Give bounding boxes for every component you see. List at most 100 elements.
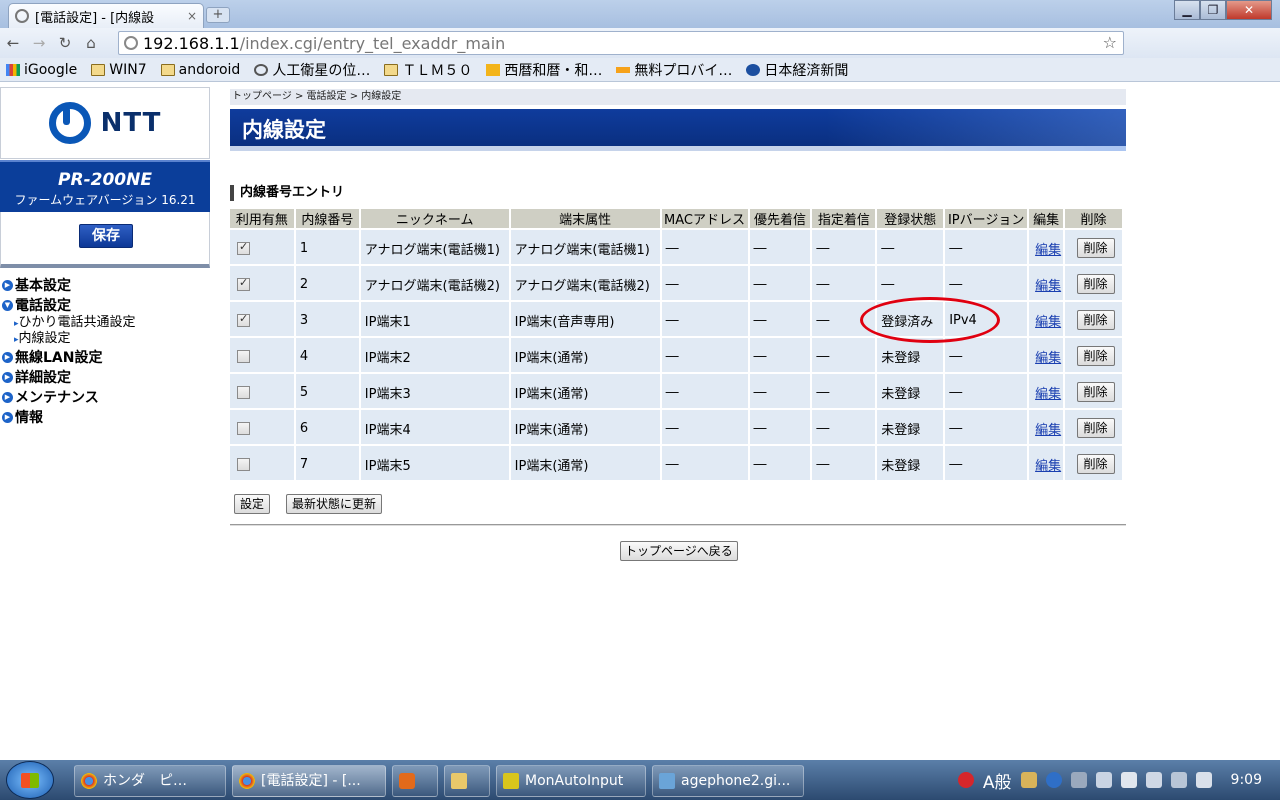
ntt-logo-icon — [48, 102, 91, 144]
edit-link[interactable]: 編集 — [1035, 315, 1061, 330]
set-button[interactable]: 設定 — [234, 494, 271, 514]
sidebar-item-phone[interactable]: ▼ 電話設定 — [2, 295, 208, 315]
nickname: IP端末5 — [360, 446, 509, 482]
priority-ring: ― — [749, 446, 811, 482]
maximize-button[interactable]: ❐ — [1200, 0, 1226, 20]
taskbar-item-explorer[interactable] — [444, 765, 490, 797]
edit-link[interactable]: 編集 — [1035, 459, 1061, 474]
taskbar-item-honda[interactable]: ホンダ ピ… — [74, 765, 226, 797]
taskbar-item-router[interactable]: [電話設定] - [... — [232, 765, 386, 797]
edit-link[interactable]: 編集 — [1035, 351, 1061, 366]
sidebar-item-info[interactable]: ▶ 情報 — [2, 407, 208, 427]
bookmark-andoroid[interactable]: andoroid — [160, 62, 240, 78]
sidebar-subitem-hikari[interactable]: ▸ひかり電話共通設定 — [2, 315, 208, 331]
tray-pen-icon[interactable] — [1095, 772, 1112, 788]
reload-icon[interactable]: ↻ — [52, 34, 78, 52]
volume-muted-icon[interactable] — [1195, 772, 1212, 788]
taskbar-item-agephone[interactable]: agephone2.gi... — [652, 765, 804, 797]
ime-tool-icon[interactable] — [1020, 772, 1037, 788]
minimize-button[interactable]: ▁ — [1174, 0, 1200, 20]
use-cell — [230, 374, 294, 410]
extension-number: 6 — [295, 410, 359, 446]
address-bar[interactable]: 192.168.1.1/index.cgi/entry_tel_exaddr_m… — [118, 31, 1124, 55]
new-tab-button[interactable]: + — [206, 7, 230, 23]
save-area: 保存 — [0, 212, 210, 268]
use-checkbox[interactable] — [237, 457, 250, 471]
close-window-button[interactable]: ✕ — [1226, 0, 1272, 20]
col-priority: 優先着信 — [749, 209, 811, 230]
delete-button[interactable]: 削除 — [1076, 310, 1115, 330]
use-checkbox[interactable] — [237, 312, 250, 327]
designated-ring: ― — [812, 338, 876, 374]
bookmark-star-icon[interactable]: ☆ — [1103, 33, 1117, 52]
page-info-icon[interactable] — [124, 36, 138, 50]
home-icon[interactable]: ⌂ — [78, 34, 104, 52]
page-title: 内線設定 — [242, 118, 326, 142]
edit-link[interactable]: 編集 — [1035, 279, 1061, 294]
bookmark-satellite[interactable]: 人工衛星の位… — [254, 60, 370, 80]
bookmark-igoogle[interactable]: iGoogle — [6, 62, 77, 78]
refresh-button[interactable]: 最新状態に更新 — [286, 494, 383, 514]
edit-link[interactable]: 編集 — [1035, 423, 1061, 438]
priority-ring: ― — [749, 230, 811, 266]
taskbar-item-media[interactable] — [392, 765, 438, 797]
delete-button[interactable]: 削除 — [1076, 274, 1115, 294]
caps-kana-icon[interactable] — [1070, 772, 1087, 788]
table-header: 利用有無 内線番号 ニックネーム 端末属性 MACアドレス 優先着信 指定着信 … — [230, 209, 1122, 230]
use-checkbox[interactable] — [237, 349, 250, 363]
sidebar-item-wlan[interactable]: ▶ 無線LAN設定 — [2, 347, 208, 367]
table-row: 4 IP端末2 IP端末(通常) ― ― ― 未登録 ― 編集 削除 — [230, 338, 1122, 374]
system-tray: A般 9:09 — [957, 760, 1280, 800]
edit-link[interactable]: 編集 — [1035, 387, 1061, 402]
terminal-attr: IP端末(通常) — [510, 446, 660, 482]
use-checkbox[interactable] — [237, 276, 250, 291]
delete-button[interactable]: 削除 — [1076, 346, 1115, 366]
delete-button[interactable]: 削除 — [1076, 238, 1115, 258]
save-button[interactable]: 保存 — [79, 224, 133, 248]
bookmark-provider[interactable]: 無料プロバイ… — [616, 60, 732, 80]
sidebar-item-maintenance[interactable]: ▶ メンテナンス — [2, 387, 208, 407]
page-favicon-icon — [15, 9, 29, 23]
table-row: 2アナログ端末(電話機2)アナログ端末(電話機2)―――――編集削除 — [230, 266, 1122, 302]
back-icon[interactable]: ← — [0, 34, 26, 52]
bookmark-tlm50[interactable]: ＴＬＭ５０ — [384, 60, 472, 80]
clock[interactable]: 9:09 — [1231, 772, 1262, 788]
tray-app-icon[interactable] — [957, 772, 974, 788]
tab-close-icon[interactable]: × — [187, 9, 197, 23]
bookmark-win7[interactable]: WIN7 — [91, 62, 147, 78]
bookmark-nikkei[interactable]: 日本経済新聞 — [746, 60, 848, 80]
delete-button[interactable]: 削除 — [1076, 382, 1115, 402]
action-center-flag-icon[interactable] — [1120, 772, 1137, 788]
browser-tab[interactable]: [電話設定] - [内線設 × — [8, 3, 204, 28]
sidebar: NTT PR-200NE ファームウェアバージョン 16.21 保存 ▶ 基本設定… — [0, 83, 210, 760]
edit-link[interactable]: 編集 — [1035, 243, 1061, 258]
taskbar-item-monautoinput[interactable]: MonAutoInput — [496, 765, 646, 797]
forward-icon[interactable]: → — [26, 34, 52, 52]
priority-ring: ― — [749, 374, 811, 410]
edit-cell: 編集 — [1029, 410, 1064, 446]
use-checkbox[interactable] — [237, 240, 250, 255]
extension-number: 3 — [295, 302, 359, 338]
use-cell — [230, 266, 294, 302]
ime-indicator[interactable]: A般 — [983, 768, 1012, 793]
breadcrumb: トップページ > 電話設定 > 内線設定 — [230, 89, 1126, 105]
use-checkbox[interactable] — [237, 385, 250, 399]
back-to-top-button[interactable]: トップページへ戻る — [620, 541, 738, 561]
url-path: /index.cgi/entry_tel_exaddr_main — [239, 33, 506, 53]
help-icon[interactable] — [1045, 772, 1062, 788]
bookmark-calendar[interactable]: 西暦和暦・和… — [486, 60, 602, 80]
terminal-attr: IP端末(通常) — [510, 338, 660, 374]
network-signal-icon[interactable] — [1170, 772, 1187, 788]
battery-icon[interactable] — [1145, 772, 1162, 788]
window-controls: ▁ ❐ ✕ — [1174, 0, 1272, 20]
sidebar-subitem-extension[interactable]: ▸内線設定 — [2, 331, 208, 347]
start-button[interactable] — [6, 761, 54, 799]
delete-button[interactable]: 削除 — [1076, 418, 1115, 438]
delete-cell: 削除 — [1065, 230, 1122, 266]
arrow-icon: ▶ — [2, 411, 13, 423]
mac-address: ― — [661, 374, 748, 410]
delete-button[interactable]: 削除 — [1076, 454, 1115, 474]
sidebar-item-advanced[interactable]: ▶ 詳細設定 — [2, 367, 208, 387]
sidebar-item-basic[interactable]: ▶ 基本設定 — [2, 275, 208, 295]
use-checkbox[interactable] — [237, 421, 250, 435]
